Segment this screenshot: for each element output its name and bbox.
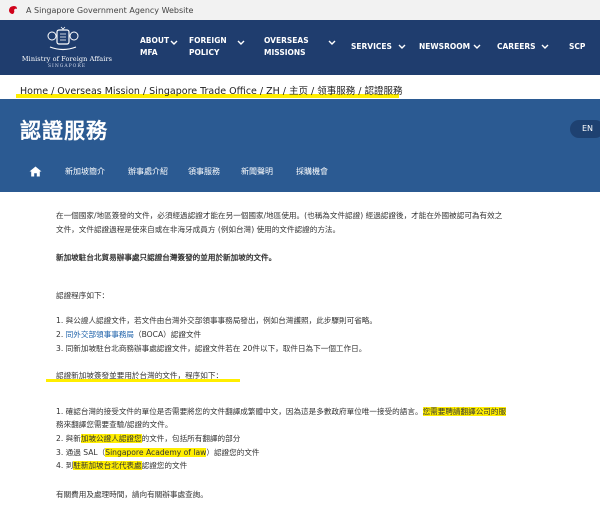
sg-step-4-highlight: 駐新加坡台北代表處: [73, 461, 142, 470]
nav-overseas-missions[interactable]: OVERSEAS MISSIONS: [264, 35, 309, 59]
sg-step-3: 3. 通過 SAL（Singapore Academy of law）認證您的文…: [56, 447, 260, 459]
nav-foreign-policy[interactable]: FOREIGN POLICY: [189, 35, 227, 59]
chevron-down-icon[interactable]: [473, 44, 481, 50]
intro-line-1: 在一個國家/地區簽發的文件，必須經過認證才能在另一個國家/地區使用。(也稱為文件…: [56, 211, 503, 220]
sg-step-1-cont: 務來翻譯您需要查驗/認證的文件。: [56, 420, 173, 429]
procedure-step-2-suffix: （BOCA）認證文件: [134, 330, 202, 339]
subnav-consular-services[interactable]: 領事服務: [188, 166, 220, 177]
nav-careers-label: CAREERS: [497, 42, 536, 51]
breadcrumb[interactable]: Home / Overseas Mission / Singapore Trad…: [16, 83, 403, 98]
subnav-office-intro[interactable]: 辦事處介紹: [128, 166, 168, 177]
nav-foreign-line1: FOREIGN: [189, 36, 227, 45]
subnav-press-releases[interactable]: 新聞聲明: [241, 166, 273, 177]
mfa-logo-sub: SINGAPORE: [47, 64, 87, 69]
nav-careers[interactable]: CAREERS: [497, 41, 536, 53]
sg-step-2-suffix: 的文件，包括所有翻譯的部分: [141, 434, 241, 443]
nav-newsroom[interactable]: NEWSROOM: [419, 41, 470, 53]
boca-link[interactable]: 同外交部領事事務局: [66, 330, 134, 339]
nav-about-mfa[interactable]: ABOUT MFA: [140, 35, 169, 59]
sg-step-3-suffix: ）認證您的文件: [206, 448, 260, 457]
nav-about-line2: MFA: [140, 48, 158, 57]
mfa-logo-name: Ministry of Foreign Affairs: [21, 55, 113, 63]
chevron-down-icon[interactable]: [328, 40, 336, 46]
language-switch[interactable]: EN: [570, 120, 600, 138]
sg-step-1-highlight: 您需要聘請翻譯公司的服: [422, 407, 507, 416]
sg-step-1-text: 1. 確認台灣的接受文件的單位是否需要將您的文件翻譯成繁體中文，因為這是多數政府…: [56, 407, 423, 416]
page-banner: 認證服務: [0, 99, 600, 192]
procedure-step-3: 3. 同新加坡駐台北商務辦事處認證文件，認證文件若在 20件以下，取件日為下一個…: [56, 344, 367, 353]
sg-step-4-prefix: 4. 到: [56, 461, 74, 470]
nav-overseas-line2: MISSIONS: [264, 48, 306, 57]
sg-step-3-highlight: Singapore Academy of law: [105, 448, 207, 457]
nav-foreign-line2: POLICY: [189, 48, 220, 57]
sg-step-4: 4. 到駐新加坡台北代表處認證您的文件: [56, 460, 187, 472]
procedure-step-2-prefix: 2.: [56, 330, 66, 339]
nav-about-line1: ABOUT: [140, 36, 170, 45]
sg-step-2-highlight: 加坡公證人認證您: [80, 434, 142, 443]
procedure-step-1: 1. 與公證人認證文件，若文件由台灣外交部領事事務局發出，例如台灣護照，此步驟則…: [56, 316, 377, 325]
nav-overseas-line1: OVERSEAS: [264, 36, 309, 45]
sg-step-1: 1. 確認台灣的接受文件的單位是否需要將您的文件翻譯成繁體中文，因為這是多數政府…: [56, 406, 507, 418]
page-title: 認證服務: [20, 119, 108, 143]
main-nav: Ministry of Foreign Affairs SINGAPORE AB…: [0, 20, 600, 75]
lion-head-icon: [9, 6, 17, 14]
nav-scp-label: SCP: [569, 42, 586, 51]
nav-services-label: SERVICES: [351, 42, 392, 51]
sg-procedure-title: 認證新加坡簽發並要用於台灣的文件，程序如下：: [56, 371, 224, 380]
chevron-down-icon[interactable]: [237, 40, 245, 46]
gov-banner-text: A Singapore Government Agency Website: [26, 5, 194, 15]
sg-step-3-prefix: 3. 通過 SAL（: [56, 448, 106, 457]
procedure-title: 認證程序如下：: [56, 291, 110, 300]
subnav-procurement[interactable]: 採購機會: [296, 166, 328, 177]
subnav-singapore-intro[interactable]: 新加坡簡介: [65, 166, 105, 177]
intro-line-2: 文件，文件認證過程是使來自或在非海牙成員方 (例如台灣) 使用的文件認證的方法。: [56, 225, 341, 234]
nav-newsroom-label: NEWSROOM: [419, 42, 471, 51]
sg-step-4-suffix: 認證您的文件: [141, 461, 188, 470]
nav-services[interactable]: SERVICES: [351, 41, 392, 53]
sg-step-2: 2. 與新加坡公證人認證您的文件，包括所有翻譯的部分: [56, 433, 240, 445]
coat-of-arms-icon: [47, 26, 79, 51]
chevron-down-icon[interactable]: [170, 40, 178, 46]
sg-step-2-prefix: 2. 與新: [56, 434, 81, 443]
home-icon[interactable]: [29, 166, 42, 177]
chevron-down-icon[interactable]: [398, 44, 406, 50]
chevron-down-icon[interactable]: [541, 44, 549, 50]
nav-scp[interactable]: SCP: [569, 41, 585, 53]
procedure-step-2: 2. 同外交部領事事務局（BOCA）認證文件: [56, 329, 201, 341]
mfa-logo[interactable]: Ministry of Foreign Affairs SINGAPORE: [8, 26, 126, 70]
breadcrumb-text[interactable]: Home / Overseas Mission / Singapore Trad…: [20, 86, 403, 97]
gov-banner: A Singapore Government Agency Website: [0, 0, 600, 20]
note-text: 新加坡駐台北貿易辦事處只認證台灣簽發的並用於新加坡的文件。: [56, 253, 277, 262]
fees-text: 有關費用及處理時間，請向有關辦事處查詢。: [56, 490, 208, 499]
